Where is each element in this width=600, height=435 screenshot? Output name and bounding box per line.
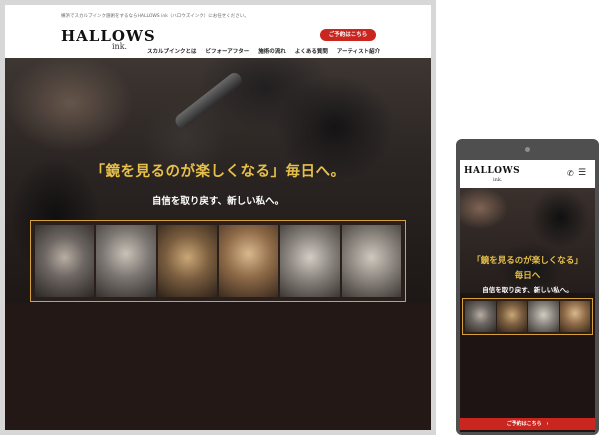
scalp-photo [35,225,95,297]
scalp-photo [465,301,496,332]
nav-item-faq[interactable]: よくある質問 [295,47,328,55]
scalp-photo [280,225,340,297]
hero-subtitle: 自信を取り戻す、新しい私へ。 [151,196,285,207]
hero-section: 「鏡を見るのが楽しくなる」毎日へ。 自信を取り戻す、新しい私へ。 [5,58,431,303]
scalp-photo [157,225,217,297]
before-after-gallery [30,220,406,302]
nav-item-artist[interactable]: アーティスト紹介 [337,47,380,55]
mobile-tagline-line1: 「鏡を見るのが楽しくなる」 [472,256,583,266]
hero-lower-area [5,303,431,430]
mobile-reserve-button[interactable]: ご予約はこちら › [460,418,595,430]
nav-item-flow[interactable]: 施術の流れ [258,47,286,55]
scalp-photo [528,301,559,332]
nav-item-about[interactable]: スカルプインクとは [147,47,197,55]
desktop-site: 横浜でスカルプインク施術をするならHALLOWS ink（ハロウズインク）にお任… [5,5,431,430]
mobile-logo[interactable]: HALLOWS [464,166,520,176]
reserve-button[interactable]: ご予約はこちら [320,29,376,41]
scalp-photo [559,301,590,332]
mobile-before-after-gallery [462,298,593,335]
phone-icon[interactable]: ✆ [567,169,574,178]
site-logo-sub: ink. [112,42,128,51]
mobile-tagline-line2: 毎日へ [514,271,541,281]
phone-speaker [525,147,530,152]
mobile-logo-sub: ink. [493,177,503,183]
header-notice: 横浜でスカルプインク施術をするならHALLOWS ink（ハロウズインク）にお任… [61,14,249,19]
scalp-photo [96,225,156,297]
site-header: 横浜でスカルプインク施術をするならHALLOWS ink（ハロウズインク）にお任… [5,5,431,58]
scalp-photo [496,301,527,332]
scalp-photo [341,225,401,297]
nav-item-before-after[interactable]: ビフォーアフター [206,47,250,55]
hero-tagline: 「鏡を見るのが楽しくなる」毎日へ。 [90,163,346,180]
site-logo[interactable]: HALLOWS [61,27,156,45]
main-nav: スカルプインクとは ビフォーアフター 施術の流れ よくある質問 アーティスト紹介 [147,47,380,55]
tattoo-machine-image [172,70,245,131]
device-mockup-showcase: 横浜でスカルプインク施術をするならHALLOWS ink（ハロウズインク）にお任… [0,0,600,435]
phone-site: HALLOWS ink. ✆ ☰ 「鏡を見るのが楽しくなる」 毎日へ 自信を取り… [460,160,595,432]
mobile-header: HALLOWS ink. ✆ ☰ [460,160,595,188]
desktop-frame: 横浜でスカルプインク施術をするならHALLOWS ink（ハロウズインク）にお任… [0,0,436,435]
hamburger-menu-icon[interactable]: ☰ [578,168,586,178]
phone-frame: HALLOWS ink. ✆ ☰ 「鏡を見るのが楽しくなる」 毎日へ 自信を取り… [456,139,599,435]
mobile-subtitle: 自信を取り戻す、新しい私へ。 [482,286,573,294]
scalp-photo [218,225,279,297]
